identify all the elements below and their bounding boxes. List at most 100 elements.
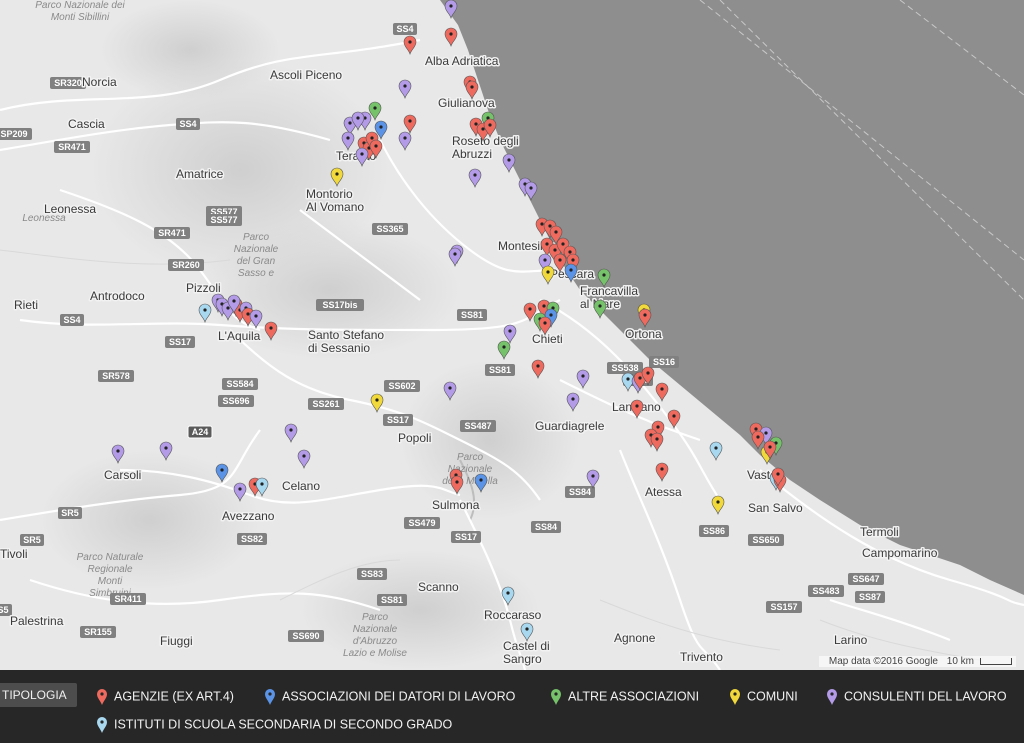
- town-label: Agnone: [614, 631, 656, 645]
- road-shield: SS365: [372, 223, 408, 235]
- town-label: Antrodoco: [90, 289, 145, 303]
- town-label: Carsoli: [104, 468, 141, 482]
- road-shield: SR5: [20, 534, 44, 546]
- town-label: Palestrina: [10, 614, 64, 628]
- svg-text:SS82: SS82: [241, 534, 263, 544]
- town-label: Giulianova: [438, 96, 495, 110]
- road-shield: SS602: [384, 380, 420, 392]
- road-shield: SR155: [80, 626, 116, 638]
- map-attribution: Map data ©2016 Google 10 km: [818, 656, 1016, 667]
- road-shield: SR578: [98, 370, 134, 382]
- legend-item-altre-associazioni[interactable]: ALTRE ASSOCIAZIONI: [550, 686, 699, 706]
- town-label: Guardiagrele: [535, 419, 605, 433]
- town-label: Pizzoli: [186, 281, 221, 295]
- light-blue-pin-icon: [97, 716, 107, 733]
- road-shield: SS86: [699, 525, 729, 537]
- road-shield: SR471: [154, 227, 190, 239]
- road-shield: SS4: [393, 23, 417, 35]
- svg-text:SS17: SS17: [387, 415, 409, 425]
- town-label: Trivento: [680, 650, 723, 664]
- road-shield: SS4: [176, 118, 200, 130]
- svg-text:SR5: SR5: [23, 535, 41, 545]
- legend-item-consulenti[interactable]: CONSULENTI DEL LAVORO: [826, 686, 1007, 706]
- svg-text:SS650: SS650: [752, 535, 779, 545]
- town-label: Sulmona: [432, 498, 480, 512]
- town-label: Celano: [282, 479, 320, 493]
- road-shield: SS83: [357, 568, 387, 580]
- town-label: Ortona: [625, 327, 662, 341]
- town-label: Avezzano: [222, 509, 275, 523]
- svg-text:SS86: SS86: [703, 526, 725, 536]
- svg-text:SS261: SS261: [312, 399, 339, 409]
- town-label: Larino: [834, 633, 868, 647]
- town-label: Ascoli Piceno: [270, 68, 342, 82]
- road-shield: SR320: [50, 77, 86, 89]
- legend-label: ASSOCIAZIONI DEI DATORI DI LAVORO: [282, 689, 516, 704]
- road-shield: A24: [187, 425, 213, 439]
- svg-text:SS17bis: SS17bis: [322, 300, 357, 310]
- road-shield: SS650: [748, 534, 784, 546]
- red-pin-icon: [97, 688, 107, 705]
- legend-item-comuni[interactable]: COMUNI: [729, 686, 798, 706]
- road-shield: SS696: [218, 395, 254, 407]
- road-shield: SS84: [531, 521, 561, 533]
- blue-pin-icon: [265, 688, 275, 705]
- road-shield: SS584: [222, 378, 258, 390]
- town-label: San Salvo: [748, 501, 803, 515]
- legend-item-istituti[interactable]: ISTITUTI DI SCUOLA SECONDARIA DI SECONDO…: [96, 714, 452, 734]
- town-label: L'Aquila: [218, 329, 261, 343]
- svg-text:SR5: SR5: [61, 508, 79, 518]
- road-shield: SS157: [766, 601, 802, 613]
- town-label: Norcia: [82, 75, 117, 89]
- town-label: Rieti: [14, 298, 38, 312]
- road-shield: SS81: [457, 309, 487, 321]
- town-label: Alba Adriatica: [425, 54, 499, 68]
- svg-text:SR155: SR155: [84, 627, 112, 637]
- town-label: Fiuggi: [160, 634, 193, 648]
- town-label: Scanno: [418, 580, 459, 594]
- svg-text:SS81: SS81: [381, 595, 403, 605]
- road-shield: SS577: [206, 214, 242, 226]
- svg-text:SS647: SS647: [852, 574, 879, 584]
- legend-label: COMUNI: [747, 689, 798, 704]
- svg-text:SS696: SS696: [222, 396, 249, 406]
- legend-label: ALTRE ASSOCIAZIONI: [568, 689, 700, 704]
- legend-title: TIPOLOGIA: [0, 683, 77, 707]
- svg-text:SR578: SR578: [102, 371, 130, 381]
- legend-bar: TIPOLOGIA AGENZIE (EX ART.4) ASSOCIAZION…: [0, 670, 1024, 743]
- legend-item-agenzie[interactable]: AGENZIE (EX ART.4): [96, 686, 234, 706]
- road-shield: SS487: [460, 420, 496, 432]
- svg-text:A24: A24: [192, 427, 209, 437]
- road-shield: SR260: [168, 259, 204, 271]
- road-shield: SR411: [110, 593, 146, 605]
- svg-text:SS5: SS5: [0, 605, 9, 615]
- road-shield: SS17bis: [316, 299, 364, 311]
- map-canvas[interactable]: Parco Nazionale dei Monti Sibillini Leones…: [0, 0, 1024, 670]
- svg-text:SR471: SR471: [158, 228, 186, 238]
- road-shield: SR5: [58, 507, 82, 519]
- road-shield: SS647: [848, 573, 884, 585]
- town-label: Campomarino: [862, 546, 938, 560]
- town-label: Termoli: [860, 525, 899, 539]
- svg-text:SS483: SS483: [812, 586, 839, 596]
- road-shield: SS690: [288, 630, 324, 642]
- legend-label: ISTITUTI DI SCUOLA SECONDARIA DI SECONDO…: [114, 717, 453, 732]
- road-shield: SR471: [54, 141, 90, 153]
- svg-text:SS84: SS84: [535, 522, 557, 532]
- road-shield: SS17: [451, 531, 481, 543]
- road-shield: SS4: [60, 314, 84, 326]
- svg-text:SS538: SS538: [611, 363, 638, 373]
- legend-label: CONSULENTI DEL LAVORO: [844, 689, 1007, 704]
- svg-text:SS690: SS690: [292, 631, 319, 641]
- svg-text:SS157: SS157: [770, 602, 797, 612]
- town-label: Cascia: [68, 117, 105, 131]
- svg-text:SS84: SS84: [569, 487, 591, 497]
- svg-text:SS602: SS602: [388, 381, 415, 391]
- svg-text:SS577: SS577: [210, 215, 237, 225]
- svg-text:SS83: SS83: [361, 569, 383, 579]
- scale-label: 10 km: [946, 656, 974, 667]
- legend-item-associazioni-datori[interactable]: ASSOCIAZIONI DEI DATORI DI LAVORO: [264, 686, 515, 706]
- town-label: Roccaraso: [484, 608, 542, 622]
- town-label: Atessa: [645, 485, 682, 499]
- svg-text:SR471: SR471: [58, 142, 86, 152]
